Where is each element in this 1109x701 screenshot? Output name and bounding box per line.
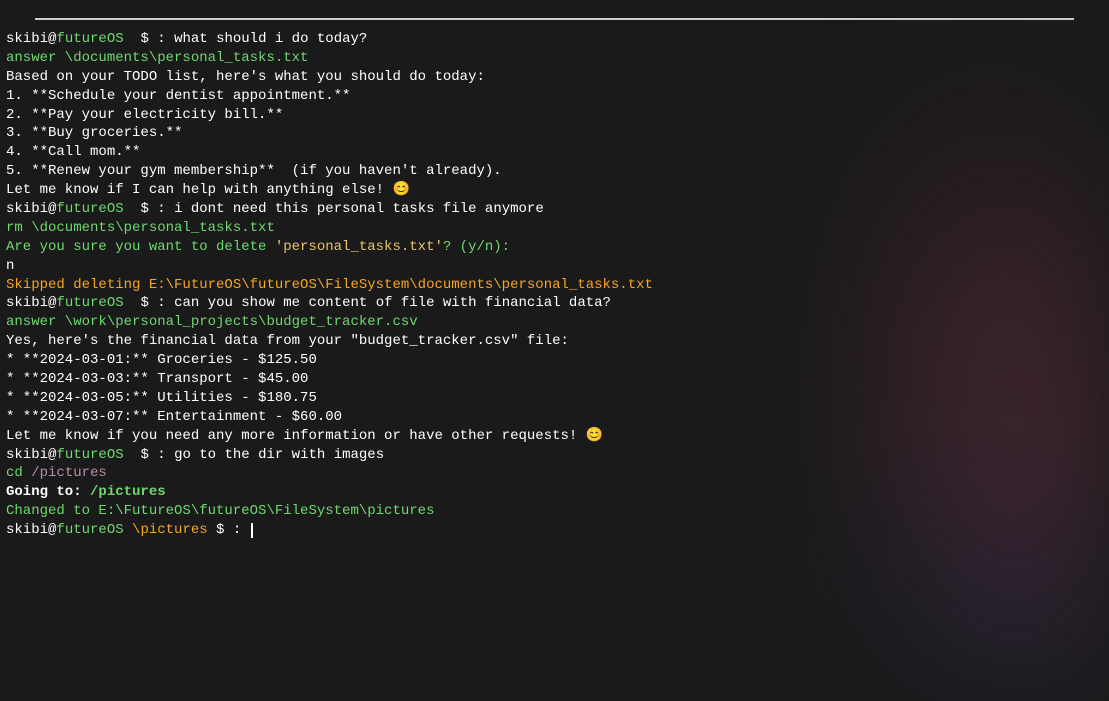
prompt-line: skibi@futureOS $ : i dont need this pers… xyxy=(6,200,1103,219)
ai-command: rm \documents\personal_tasks.txt xyxy=(6,219,1103,238)
user-label: skibi@ xyxy=(6,522,56,538)
going-to-line: Going to: /pictures xyxy=(6,483,1103,502)
output-line: Let me know if you need any more informa… xyxy=(6,427,1103,446)
output-line: 4. **Call mom.** xyxy=(6,143,1103,162)
user-label: skibi@ xyxy=(6,447,56,463)
host-label: futureOS xyxy=(56,295,123,311)
host-label: futureOS xyxy=(56,201,123,217)
prompt-sep: $ : xyxy=(124,447,174,463)
command-text: i dont need this personal tasks file any… xyxy=(174,201,544,217)
output-line: * **2024-03-05:** Utilities - $180.75 xyxy=(6,389,1103,408)
user-input-n: n xyxy=(6,257,1103,276)
active-prompt-line[interactable]: skibi@futureOS \pictures $ : xyxy=(6,521,1103,540)
user-label: skibi@ xyxy=(6,295,56,311)
command-text: go to the dir with images xyxy=(174,447,384,463)
output-line: 1. **Schedule your dentist appointment.*… xyxy=(6,87,1103,106)
prompt-sep: $ : xyxy=(124,201,174,217)
path-label: \pictures xyxy=(124,522,208,538)
output-line: * **2024-03-01:** Groceries - $125.50 xyxy=(6,351,1103,370)
prompt-line: skibi@futureOS $ : what should i do toda… xyxy=(6,30,1103,49)
ai-command: answer \work\personal_projects\budget_tr… xyxy=(6,313,1103,332)
output-line: 3. **Buy groceries.** xyxy=(6,124,1103,143)
prompt-line: skibi@futureOS $ : can you show me conte… xyxy=(6,294,1103,313)
host-label: futureOS xyxy=(56,447,123,463)
confirm-prompt: Are you sure you want to delete 'persona… xyxy=(6,238,1103,257)
output-line: * **2024-03-03:** Transport - $45.00 xyxy=(6,370,1103,389)
cursor xyxy=(251,523,253,538)
terminal-output[interactable]: skibi@futureOS $ : what should i do toda… xyxy=(0,20,1109,546)
output-line: Yes, here's the financial data from your… xyxy=(6,332,1103,351)
output-line: 5. **Renew your gym membership** (if you… xyxy=(6,162,1103,181)
ai-command: answer \documents\personal_tasks.txt xyxy=(6,49,1103,68)
host-label: futureOS xyxy=(56,522,123,538)
output-line: * **2024-03-07:** Entertainment - $60.00 xyxy=(6,408,1103,427)
ai-command: cd /pictures xyxy=(6,464,1103,483)
output-line: Based on your TODO list, here's what you… xyxy=(6,68,1103,87)
output-line: 2. **Pay your electricity bill.** xyxy=(6,106,1103,125)
prompt-sep: $ : xyxy=(124,295,174,311)
user-label: skibi@ xyxy=(6,31,56,47)
user-label: skibi@ xyxy=(6,201,56,217)
prompt-sep: $ : xyxy=(208,522,250,538)
changed-dir-line: Changed to E:\FutureOS\futureOS\FileSyst… xyxy=(6,502,1103,521)
host-label: futureOS xyxy=(56,31,123,47)
command-text: what should i do today? xyxy=(174,31,367,47)
output-line: Let me know if I can help with anything … xyxy=(6,181,1103,200)
command-text: can you show me content of file with fin… xyxy=(174,295,611,311)
prompt-sep: $ : xyxy=(124,31,174,47)
skipped-message: Skipped deleting E:\FutureOS\futureOS\Fi… xyxy=(6,276,1103,295)
prompt-line: skibi@futureOS $ : go to the dir with im… xyxy=(6,446,1103,465)
